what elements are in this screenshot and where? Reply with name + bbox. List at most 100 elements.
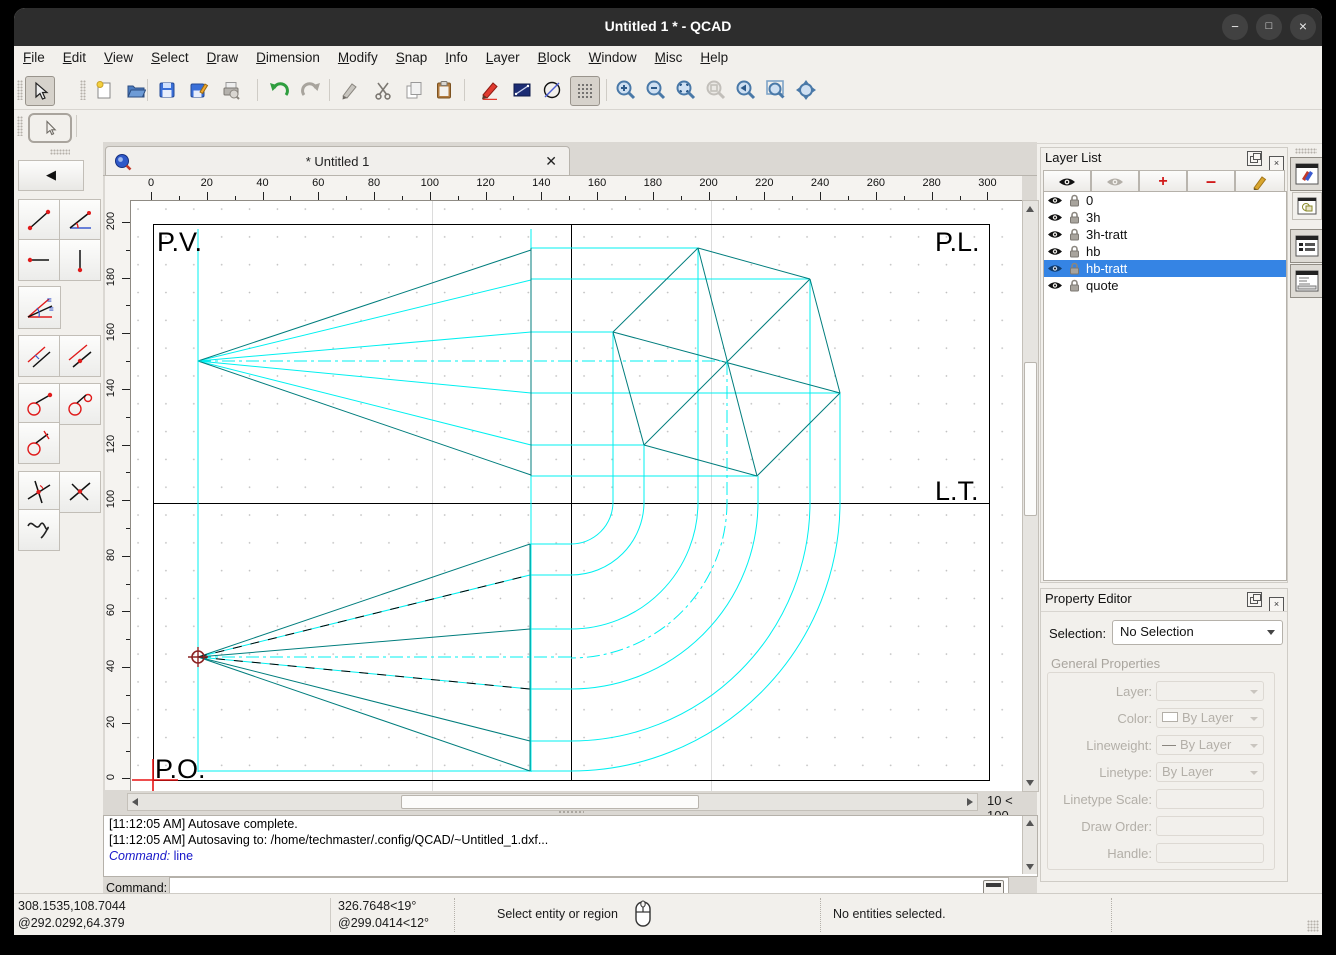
open-file-button[interactable] — [122, 76, 150, 104]
menu-help[interactable]: Help — [691, 46, 737, 65]
menu-file[interactable]: File — [14, 46, 54, 65]
command-line-dock-button[interactable] — [1290, 264, 1322, 298]
property-select: By Layer — [1156, 762, 1264, 782]
close-panel-icon[interactable]: × — [1269, 597, 1284, 612]
close-panel-icon[interactable]: × — [1269, 156, 1284, 171]
paste-button[interactable] — [430, 76, 458, 104]
default-action-button[interactable] — [28, 113, 72, 143]
layer-row-quote[interactable]: quote — [1044, 277, 1286, 294]
grid-toggle-button[interactable] — [570, 76, 600, 106]
pan-button[interactable] — [792, 76, 820, 104]
layer-row-hb[interactable]: hb — [1044, 243, 1286, 260]
vertical-line-button[interactable] — [59, 239, 101, 281]
show-all-layers-button[interactable] — [1043, 170, 1091, 193]
title-bar[interactable]: Untitled 1 * - QCAD − □ × — [14, 8, 1322, 46]
zoom-in-button[interactable] — [612, 76, 640, 104]
float-panel-icon[interactable] — [1247, 151, 1262, 166]
drawing-canvas[interactable]: P.V.P.L.L.T.P.O. — [130, 200, 1023, 791]
scroll-up-icon[interactable] — [1026, 206, 1034, 212]
float-panel-icon[interactable] — [1247, 592, 1262, 607]
canvas-hscrollbar[interactable] — [127, 793, 978, 811]
line-two-points-button[interactable] — [18, 199, 60, 241]
add-layer-button[interactable]: + — [1139, 170, 1187, 193]
property-editor-dock-button[interactable] — [1290, 229, 1322, 263]
menu-misc[interactable]: Misc — [646, 46, 692, 65]
undo-button[interactable] — [265, 76, 293, 104]
menu-view[interactable]: View — [95, 46, 142, 65]
copy-button[interactable] — [400, 76, 428, 104]
orthogonal-to-circle-button[interactable] — [18, 422, 60, 464]
layer-row-3h[interactable]: 3h — [1044, 209, 1286, 226]
remove-layer-button[interactable]: – — [1187, 170, 1235, 193]
selection-pointer-button[interactable] — [25, 76, 55, 106]
zoom-window-button[interactable] — [762, 76, 790, 104]
new-file-button[interactable] — [90, 76, 118, 104]
linetype-toggle-button[interactable] — [538, 76, 566, 104]
line-angle-button[interactable] — [59, 199, 101, 241]
layer-row-hb-tratt[interactable]: hb-tratt — [1044, 260, 1286, 277]
vscroll-thumb[interactable] — [1024, 362, 1037, 516]
resize-grip[interactable] — [1307, 920, 1319, 932]
close-button[interactable]: × — [1290, 14, 1316, 40]
document-tab[interactable]: * Untitled 1 ✕ — [105, 146, 570, 177]
toolbar-drag-handle[interactable] — [17, 116, 23, 136]
menu-info[interactable]: Info — [436, 46, 477, 65]
layer-list[interactable]: 03h3h-tratthbhb-trattquote — [1043, 191, 1287, 581]
scroll-right-icon[interactable] — [967, 798, 973, 806]
scroll-up-icon[interactable] — [1026, 820, 1034, 826]
layer-row-3h-tratt[interactable]: 3h-tratt — [1044, 226, 1286, 243]
save-button[interactable] — [153, 76, 181, 104]
panel-drag-handle[interactable] — [50, 149, 70, 155]
menu-edit[interactable]: Edit — [54, 46, 95, 65]
history-scrollbar[interactable] — [1022, 816, 1037, 874]
menu-window[interactable]: Window — [580, 46, 646, 65]
tab-close-icon[interactable]: ✕ — [545, 153, 557, 170]
print-preview-button[interactable] — [217, 76, 245, 104]
menu-layer[interactable]: Layer — [477, 46, 529, 65]
auto-zoom-button[interactable] — [672, 76, 700, 104]
zoom-back-button[interactable] — [732, 76, 760, 104]
selection-combobox[interactable]: No Selection — [1112, 620, 1283, 645]
menu-block[interactable]: Block — [529, 46, 580, 65]
horizontal-line-button[interactable] — [18, 239, 60, 281]
zoom-out-button[interactable] — [642, 76, 670, 104]
edit-layer-button[interactable] — [1235, 170, 1285, 193]
scroll-left-icon[interactable] — [132, 798, 138, 806]
draw-color-button[interactable] — [476, 76, 504, 104]
cut-button[interactable] — [369, 76, 397, 104]
orthogonal-line-button[interactable] — [59, 471, 101, 513]
lock-icon — [1069, 211, 1080, 224]
hscroll-thumb[interactable] — [401, 795, 699, 809]
command-history[interactable]: [11:12:05 AM] Autosave complete.[11:12:0… — [103, 815, 1038, 877]
menu-select[interactable]: Select — [142, 46, 198, 65]
parallel-with-distance-button[interactable] — [18, 335, 60, 377]
back-button[interactable]: ◀ — [18, 160, 84, 191]
angle-bisector-button[interactable]: == — [18, 286, 61, 329]
freehand-line-button[interactable] — [18, 509, 60, 551]
tangent-two-circles-button[interactable] — [59, 383, 101, 425]
scroll-down-icon[interactable] — [1026, 780, 1034, 786]
tangent-point-circle-button[interactable] — [18, 383, 60, 425]
menu-snap[interactable]: Snap — [387, 46, 437, 65]
hide-all-layers-button[interactable] — [1091, 170, 1139, 193]
zoom-previous-button[interactable] — [702, 76, 730, 104]
edit-tool-button[interactable] — [335, 76, 363, 104]
dock-drag-handle[interactable] — [1295, 148, 1317, 154]
scroll-down-icon[interactable] — [1026, 864, 1034, 870]
line-relative-angle-button[interactable] — [18, 471, 60, 513]
block-list-dock-button[interactable] — [1292, 192, 1322, 220]
parallel-through-point-button[interactable] — [59, 335, 101, 377]
save-as-button[interactable] — [185, 76, 213, 104]
toolbar-drag-handle[interactable] — [17, 80, 23, 100]
menu-dimension[interactable]: Dimension — [247, 46, 329, 65]
menu-modify[interactable]: Modify — [329, 46, 387, 65]
toolbar-drag-handle[interactable] — [80, 80, 86, 100]
maximize-button[interactable]: □ — [1256, 14, 1282, 40]
menu-draw[interactable]: Draw — [198, 46, 248, 65]
canvas-vscrollbar[interactable] — [1022, 200, 1039, 792]
layer-row-0[interactable]: 0 — [1044, 192, 1286, 209]
redo-button[interactable] — [297, 76, 325, 104]
minimize-button[interactable]: − — [1222, 14, 1248, 40]
layer-list-dock-button[interactable] — [1290, 157, 1322, 191]
measure-button[interactable] — [508, 76, 536, 104]
